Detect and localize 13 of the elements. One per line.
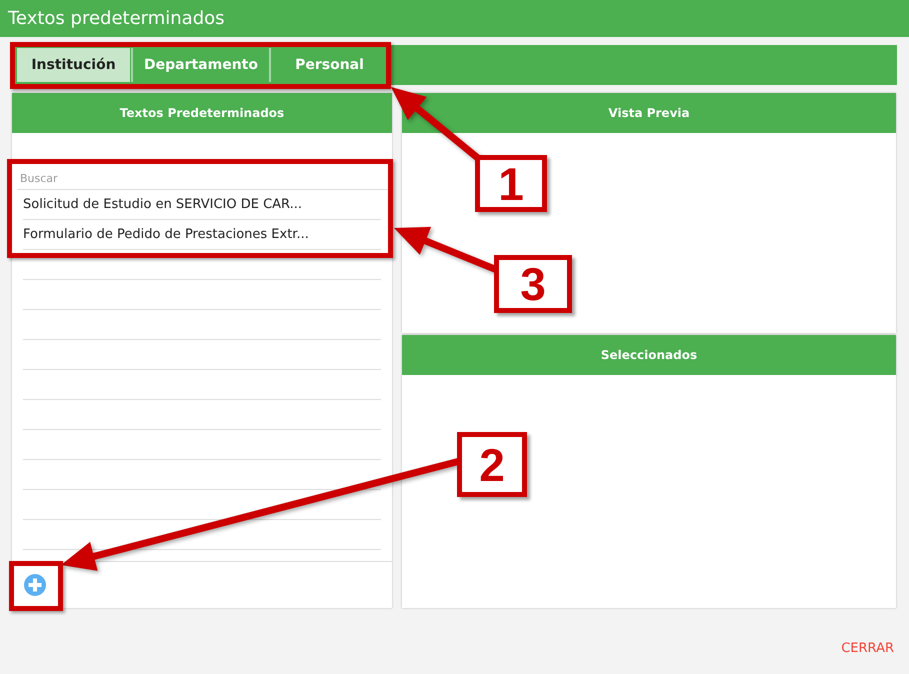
plus-circle-icon — [24, 574, 46, 596]
panel-title: Vista Previa — [608, 105, 690, 122]
callout-number: 1 — [475, 155, 547, 212]
highlight-frame — [9, 561, 63, 611]
callout-number: 2 — [457, 432, 527, 497]
panel-title: Seleccionados — [600, 347, 698, 364]
callout-number: 3 — [494, 255, 572, 313]
tab[interactable]: Institución — [17, 48, 130, 82]
add-button[interactable] — [24, 574, 46, 596]
list-item[interactable]: Formulario de Pedido de Prestaciones Extr... — [23, 224, 309, 244]
panel-title: Textos Predeterminados — [120, 105, 284, 122]
list-item[interactable]: Solicitud de Estudio en SERVICIO DE CAR... — [23, 194, 302, 214]
window-title: Textos predeterminados — [8, 10, 225, 28]
